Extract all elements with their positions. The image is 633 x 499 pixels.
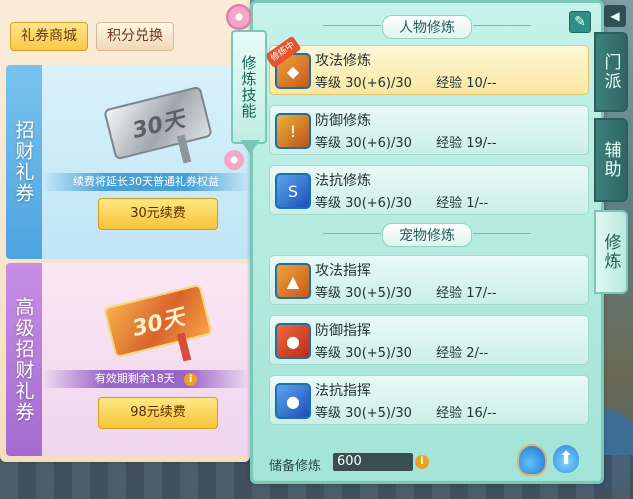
skill-name: 防御修炼 (315, 113, 371, 129)
tab-sect[interactable]: 门派 (594, 32, 628, 112)
pet-resist-icon: ● (275, 383, 311, 419)
collapse-icon[interactable]: ◀ (604, 5, 626, 27)
card-info: 有效期剩余18天 i (42, 370, 250, 388)
tab-label: 修炼 (600, 233, 621, 271)
reserve-info-icon[interactable]: i (415, 455, 429, 469)
skill-name: 攻法修炼 (315, 53, 371, 69)
skill-stats: 等级 30(+5)/30 经验 17/-- (315, 286, 497, 301)
section-title-character: 人物修炼 (253, 15, 601, 39)
info-icon[interactable]: i (184, 372, 198, 386)
defense-icon: ! (275, 113, 311, 149)
section-title-pet: 宠物修炼 (253, 223, 601, 247)
card-title: 高级招财礼券 (12, 296, 35, 423)
card-info-text: 续费将延长30天普通礼券权益 (73, 175, 219, 188)
fortune-ticket-card: 招财礼券 30天 续费将延长30天普通礼券权益 30元续费 (6, 65, 250, 259)
card-info: 续费将延长30天普通礼券权益 (42, 173, 250, 191)
skill-stats: 等级 30(+6)/30 经验 19/-- (315, 136, 497, 151)
silver-ticket-icon: 30天 (98, 85, 218, 164)
flower-decoration-icon (224, 150, 244, 170)
upgrade-icon[interactable]: ⬆ (553, 445, 579, 473)
cultivation-panel: ✎ 人物修炼 ◆ 修炼中 攻法修炼 等级 30(+6)/30 经验 10/-- … (250, 0, 604, 484)
card-strip: 高级招财礼券 (6, 263, 42, 456)
pet-defense-icon: ● (275, 323, 311, 359)
premium-fortune-ticket-card: 高级招财礼券 30天 有效期剩余18天 i 98元续费 (6, 263, 250, 456)
card-info-text: 有效期剩余18天 (94, 372, 175, 385)
card-title: 招财礼券 (12, 120, 35, 204)
skill-tab-label: 修炼技能 (239, 55, 258, 119)
tab-points-exchange[interactable]: 积分兑换 (96, 22, 174, 51)
skill-row-pet-defense[interactable]: ● 防御指挥 等级 30(+5)/30 经验 2/-- (269, 315, 589, 365)
card-strip: 招财礼券 (6, 65, 42, 259)
skill-stats: 等级 30(+5)/30 经验 2/-- (315, 346, 489, 361)
tab-label: 辅助 (600, 141, 621, 179)
skill-row-pet-resist[interactable]: ● 法抗指挥 等级 30(+5)/30 经验 16/-- (269, 375, 589, 425)
magic-resist-icon: S (275, 173, 311, 209)
tab-pointer (240, 140, 260, 154)
skill-name: 攻法指挥 (315, 263, 371, 279)
skill-name: 防御指挥 (315, 323, 371, 339)
skill-stats: 等级 30(+5)/30 经验 16/-- (315, 406, 497, 421)
skill-row-attack-magic[interactable]: ◆ 修炼中 攻法修炼 等级 30(+6)/30 经验 10/-- (264, 35, 589, 95)
shop-tabs: 礼券商城 积分兑换 (10, 22, 174, 51)
skill-name: 法抗指挥 (315, 383, 371, 399)
skill-stats: 等级 30(+6)/30 经验 1/-- (315, 196, 489, 211)
ticket-days: 30天 (103, 283, 213, 359)
shop-panel: 礼券商城 积分兑换 招财礼券 30天 续费将延长30天普通礼券权益 30元续费 … (0, 0, 250, 462)
skill-stats: 等级 30(+6)/30 经验 10/-- (315, 76, 497, 91)
pet-attack-icon: ▲ (275, 263, 311, 299)
ticket-days: 30天 (103, 85, 213, 161)
tab-label: 门派 (600, 53, 621, 91)
reserve-value: 600 (333, 453, 413, 471)
renew-button[interactable]: 30元续费 (98, 198, 218, 230)
skill-row-defense[interactable]: ! 防御修炼 等级 30(+6)/30 经验 19/-- (269, 105, 589, 155)
gold-ticket-icon: 30天 (98, 283, 218, 362)
potion-icon[interactable] (517, 444, 547, 476)
renew-button[interactable]: 98元续费 (98, 397, 218, 429)
reserve-label: 储备修炼 (269, 459, 322, 474)
tab-cultivation-skills[interactable]: 修炼技能 (231, 30, 267, 144)
skill-name: 法抗修炼 (315, 173, 371, 189)
tab-cultivation[interactable]: 修炼 (594, 210, 628, 294)
tab-assist[interactable]: 辅助 (594, 118, 628, 202)
skill-row-magic-resist[interactable]: S 法抗修炼 等级 30(+6)/30 经验 1/-- (269, 165, 589, 215)
tab-gift-shop[interactable]: 礼券商城 (10, 22, 88, 51)
flower-decoration-icon (226, 4, 252, 30)
skill-row-pet-attack[interactable]: ▲ 攻法指挥 等级 30(+5)/30 经验 17/-- (269, 255, 589, 305)
